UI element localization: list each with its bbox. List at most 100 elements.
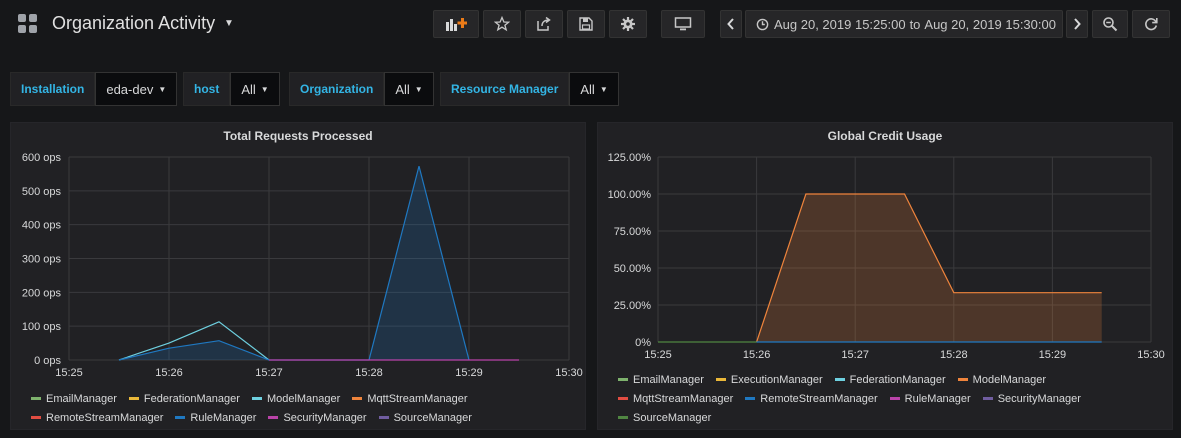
series-area-rulemanager [119, 166, 469, 360]
variable-value: eda-dev [106, 81, 154, 97]
legend-swatch [834, 378, 845, 381]
y-tick-label: 100 ops [22, 321, 62, 333]
legend-swatch [982, 397, 993, 400]
legend-item[interactable]: SecurityManager [268, 411, 367, 424]
legend-swatch [251, 397, 262, 400]
legend-item[interactable]: EmailManager [618, 374, 704, 386]
legend-item[interactable]: FederationManager [834, 373, 946, 386]
add-panel-button[interactable] [433, 10, 479, 38]
star-icon [494, 16, 510, 32]
legend-row: EmailManager FederationManager ModelManage… [31, 389, 484, 408]
legend-item[interactable]: RuleManager [889, 393, 971, 405]
legend-item[interactable]: MqttStreamManager [618, 393, 733, 405]
legend-swatch [175, 416, 186, 419]
y-tick-label: 125.00% [608, 152, 652, 164]
caret-down-icon: ▼ [260, 84, 269, 94]
tv-mode-icon [674, 17, 692, 31]
variable-host-select[interactable]: All ▼ [230, 72, 280, 106]
legend-label: RemoteStreamManager [46, 411, 164, 424]
share-button[interactable] [525, 10, 563, 38]
legend-item[interactable]: SecurityManager [982, 393, 1081, 405]
dashboard-navbar: Organization Activity ▼ Aug 20, 2019 15:… [0, 0, 1181, 52]
x-tick-label: 15:26 [743, 349, 771, 361]
y-tick-label: 100.00% [608, 189, 652, 201]
legend-label: SecurityManager [283, 411, 367, 424]
legend-item[interactable]: ExecutionManager [715, 373, 823, 386]
time-to: Aug 20, 2019 15:30:00 [924, 16, 1056, 32]
legend-swatch [378, 416, 389, 419]
gear-icon [621, 17, 635, 31]
y-tick-label: 200 ops [22, 287, 62, 299]
variable-label: host [183, 72, 231, 106]
star-button[interactable] [483, 10, 521, 38]
y-tick-label: 300 ops [22, 254, 62, 266]
legend-swatch [128, 397, 139, 400]
y-tick-label: 50.00% [614, 263, 652, 275]
grid-icon[interactable] [18, 14, 38, 34]
chevron-down-icon[interactable]: ▼ [224, 18, 234, 29]
variable-installation: Installation eda-dev ▼ [10, 72, 178, 106]
x-tick-label: 15:25 [644, 349, 672, 361]
variable-resource-manager-select[interactable]: All ▼ [569, 72, 619, 106]
variable-label: Organization [289, 72, 385, 106]
legend-label: RemoteStreamManager [760, 392, 878, 405]
legend-label: EmailManager [633, 373, 704, 386]
time-range-picker[interactable]: Aug 20, 2019 15:25:00 to Aug 20, 2019 15… [745, 10, 1063, 38]
legend-label: MqttStreamManager [633, 392, 734, 405]
legend-item[interactable]: SourceManager [618, 412, 711, 424]
zoom-out-button[interactable] [1092, 10, 1128, 38]
legend-swatch [715, 378, 726, 381]
legend-item[interactable]: SourceManager [378, 412, 472, 424]
legend-label: ModelManager [972, 373, 1047, 386]
y-tick-label: 0% [635, 337, 651, 349]
variable-host: host All ▼ [183, 72, 280, 106]
legend-item[interactable]: MqttStreamManager [352, 393, 468, 405]
legend-row: SourceManager [618, 408, 1093, 427]
variable-resource-manager: Resource Manager All ▼ [440, 72, 619, 106]
refresh-icon [1145, 18, 1158, 31]
legend-swatch [31, 397, 41, 400]
credit-chart[interactable]: 0% 25.00% 50.00% 75.00% 100.00% 125.00% 15:25 1… [598, 123, 1174, 363]
legend-item[interactable]: RuleManager [175, 412, 256, 424]
legend-label: EmailManager [46, 392, 117, 405]
y-tick-label: 75.00% [614, 226, 652, 238]
x-tick-label: 15:25 [55, 367, 83, 379]
refresh-button[interactable] [1132, 10, 1170, 38]
save-button[interactable] [567, 10, 605, 38]
dashboard-title[interactable]: Organization Activity [52, 13, 215, 34]
time-from: Aug 20, 2019 15:25:00 [774, 16, 906, 32]
variable-label: Resource Manager [440, 72, 570, 106]
legend-item[interactable]: ModelManager [957, 373, 1047, 386]
y-tick-label: 400 ops [22, 220, 62, 232]
legend-item[interactable]: RemoteStreamManager [745, 392, 878, 405]
zoom-out-icon [1103, 17, 1118, 32]
legend-label: RuleManager [190, 411, 257, 424]
variable-organization-select[interactable]: All ▼ [384, 72, 434, 106]
requests-legend: EmailManager FederationManager ModelManage… [31, 389, 484, 427]
legend-item[interactable]: EmailManager [31, 393, 117, 405]
y-tick-label: 600 ops [22, 152, 62, 164]
variable-value: All [580, 81, 595, 97]
time-forward-button[interactable] [1066, 10, 1088, 38]
variable-installation-select[interactable]: eda-dev ▼ [95, 72, 178, 106]
time-back-button[interactable] [720, 10, 742, 38]
legend-swatch [889, 397, 900, 400]
legend-swatch [352, 397, 363, 400]
add-panel-icon [446, 18, 467, 31]
legend-item[interactable]: ModelManager [251, 393, 340, 405]
variable-organization: Organization All ▼ [289, 72, 434, 106]
y-tick-label: 500 ops [22, 186, 62, 198]
legend-swatch [618, 378, 628, 381]
settings-button[interactable] [609, 10, 647, 38]
legend-label: FederationManager [849, 373, 946, 386]
caret-down-icon: ▼ [158, 84, 167, 94]
legend-label: ExecutionManager [730, 373, 823, 386]
variable-value: All [241, 81, 256, 97]
x-tick-label: 15:27 [255, 367, 283, 379]
caret-down-icon: ▼ [599, 84, 608, 94]
x-tick-label: 15:26 [155, 367, 183, 379]
legend-item[interactable]: RemoteStreamManager [31, 412, 163, 424]
tv-mode-button[interactable] [661, 10, 705, 38]
requests-chart[interactable]: 0 ops 100 ops 200 ops 300 ops 400 ops 500 ops… [11, 123, 587, 385]
legend-item[interactable]: FederationManager [128, 393, 240, 405]
